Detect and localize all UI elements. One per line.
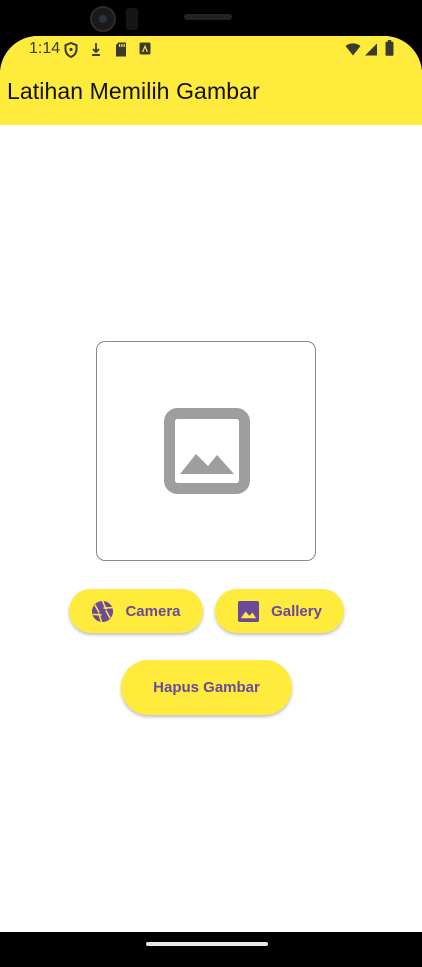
status-time: 1:14 xyxy=(29,40,61,57)
gallery-button[interactable]: Gallery xyxy=(215,589,344,633)
delete-image-button[interactable]: Hapus Gambar xyxy=(121,660,292,715)
home-gesture-handle[interactable] xyxy=(146,942,268,946)
app-title: Latihan Memilih Gambar xyxy=(7,78,260,104)
delete-image-button-label: Hapus Gambar xyxy=(153,679,260,696)
device-frame: 1:14 Latihan Memilih Gambar Camera Galle… xyxy=(0,0,422,967)
earpiece-speaker xyxy=(184,14,232,20)
shield-icon xyxy=(64,42,78,58)
sensor xyxy=(126,8,138,30)
cellular-signal-icon xyxy=(365,43,377,56)
app-screen: 1:14 Latihan Memilih Gambar Camera Galle… xyxy=(0,36,422,932)
image-icon xyxy=(238,600,260,622)
front-camera xyxy=(90,6,116,32)
image-preview-box xyxy=(96,341,316,561)
gallery-button-label: Gallery xyxy=(271,602,322,620)
navigation-bar xyxy=(0,932,422,967)
camera-button-label: Camera xyxy=(125,602,181,620)
camera-button[interactable]: Camera xyxy=(69,589,203,633)
wifi-icon xyxy=(345,43,361,56)
sd-card-icon xyxy=(116,42,126,57)
usb-download-icon xyxy=(92,43,100,56)
app-notification-icon xyxy=(139,42,151,55)
status-bar: 1:14 xyxy=(0,36,422,64)
camera-aperture-icon xyxy=(92,600,114,622)
image-placeholder-icon xyxy=(164,408,250,494)
app-bar: 1:14 Latihan Memilih Gambar xyxy=(0,36,422,125)
battery-icon xyxy=(385,40,394,56)
